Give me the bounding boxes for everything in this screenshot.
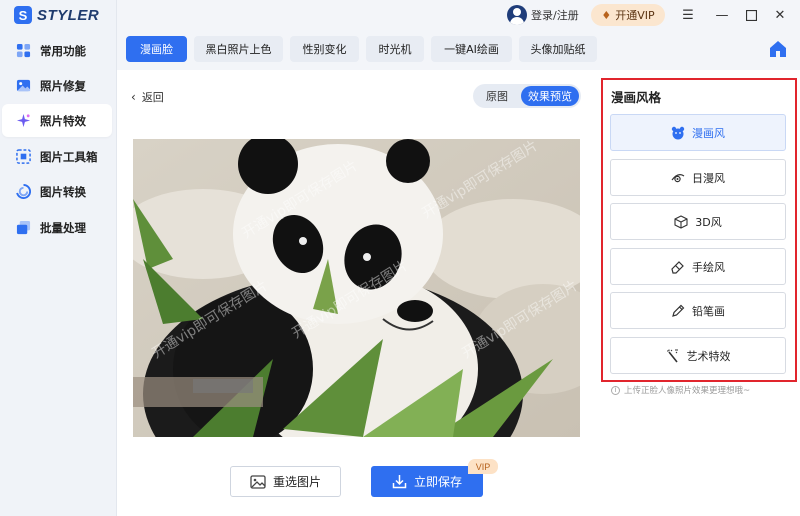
reselect-label: 重选图片	[272, 475, 321, 489]
close-icon[interactable]: ✕	[771, 6, 789, 24]
save-label: 立即保存	[413, 475, 462, 489]
sparkle-icon	[16, 113, 31, 128]
chevron-left-icon: ‹	[131, 90, 136, 104]
diamond-icon: ♦	[601, 8, 612, 22]
style-option-art[interactable]: 艺术特效	[610, 337, 786, 374]
sidebar-item-toolbox[interactable]: 图片工具箱	[2, 140, 112, 173]
sidebar-item-label: 照片特效	[40, 113, 86, 128]
reselect-image-button[interactable]: 重选图片	[230, 466, 341, 497]
maximize-icon[interactable]	[742, 6, 760, 24]
sidebar-item-label: 图片转换	[40, 184, 86, 199]
grid-icon	[16, 43, 31, 58]
bear-icon	[671, 126, 685, 140]
style-option-label: 漫画风	[692, 126, 725, 140]
style-option-label: 艺术特效	[686, 349, 731, 363]
app-logo: S STYLER	[14, 5, 99, 25]
logo-mark: S	[14, 6, 32, 24]
back-label: 返回	[141, 91, 164, 104]
style-option-comic[interactable]: 漫画风	[610, 114, 786, 151]
sidebar-item-common[interactable]: 常用功能	[2, 34, 112, 67]
toolbox-icon	[16, 149, 31, 164]
sidebar-item-convert[interactable]: 图片转换	[2, 175, 112, 208]
view-toggle: 原图 效果预览	[473, 84, 581, 108]
sidebar-item-photo-repair[interactable]: 照片修复	[2, 69, 112, 102]
style-option-anime[interactable]: 日漫风	[610, 159, 786, 196]
open-vip-button[interactable]: ♦ 开通VIP	[591, 4, 665, 26]
menu-icon[interactable]: ☰	[679, 6, 697, 24]
logo-text: STYLER	[37, 6, 100, 24]
photo-repair-icon	[16, 78, 31, 93]
avatar	[507, 5, 527, 25]
back-button[interactable]: ‹ 返回	[131, 89, 164, 105]
cube-icon	[674, 214, 688, 229]
sidebar-item-batch[interactable]: 批量处理	[2, 211, 112, 244]
home-icon[interactable]	[768, 39, 788, 59]
tab-time-machine[interactable]: 时光机	[366, 36, 424, 62]
sidebar-item-label: 照片修复	[40, 78, 86, 93]
style-option-label: 手绘风	[692, 260, 725, 274]
style-option-label: 日漫风	[692, 171, 725, 185]
magic-wand-icon	[666, 349, 680, 363]
preview-view-button[interactable]: 效果预览	[521, 86, 579, 106]
pencil-icon	[671, 304, 685, 318]
result-image: 开通vip即可保存图片 开通vip即可保存图片 开通vip即可保存图片 开通vi…	[133, 139, 580, 437]
vip-badge: VIP	[468, 459, 498, 474]
tab-colorize[interactable]: 黑白照片上色	[194, 36, 283, 62]
vip-label: 开通VIP	[615, 9, 655, 22]
tab-comic-face[interactable]: 漫画脸	[126, 36, 187, 62]
minimize-icon[interactable]: —	[713, 6, 731, 24]
style-panel-title: 漫画风格	[611, 90, 662, 105]
sidebar-item-label: 批量处理	[40, 220, 86, 235]
download-icon	[392, 474, 407, 489]
tip-text: i 上传正脸人像照片效果更理想哦~	[611, 384, 750, 396]
sidebar-item-label: 图片工具箱	[40, 149, 98, 164]
login-label: 登录/注册	[531, 9, 579, 22]
sidebar-item-photo-effects[interactable]: 照片特效	[2, 104, 112, 137]
info-icon: i	[611, 385, 620, 395]
save-button[interactable]: 立即保存	[371, 466, 483, 497]
login-button[interactable]: 登录/注册	[507, 5, 579, 25]
batch-icon	[16, 220, 31, 235]
tip-label: 上传正脸人像照片效果更理想哦~	[624, 386, 751, 396]
tab-gender-swap[interactable]: 性别变化	[290, 36, 359, 62]
image-icon	[250, 474, 266, 489]
style-option-pencil[interactable]: 铅笔画	[610, 292, 786, 329]
anime-eye-icon	[671, 171, 685, 185]
original-view-button[interactable]: 原图	[475, 86, 519, 106]
sidebar: S STYLER 常用功能 照片修复 照片特效 图片工具箱 图片转换 批量处理	[0, 0, 117, 516]
convert-icon	[16, 184, 31, 199]
sidebar-item-label: 常用功能	[40, 43, 86, 58]
tab-sticker[interactable]: 头像加贴纸	[519, 36, 597, 62]
eraser-icon	[671, 260, 685, 274]
style-option-label: 铅笔画	[692, 304, 725, 318]
style-option-label: 3D风	[695, 215, 722, 229]
tab-ai-painting[interactable]: 一键AI绘画	[431, 36, 512, 62]
style-option-handdrawn[interactable]: 手绘风	[610, 248, 786, 285]
style-option-3d[interactable]: 3D风	[610, 203, 786, 240]
